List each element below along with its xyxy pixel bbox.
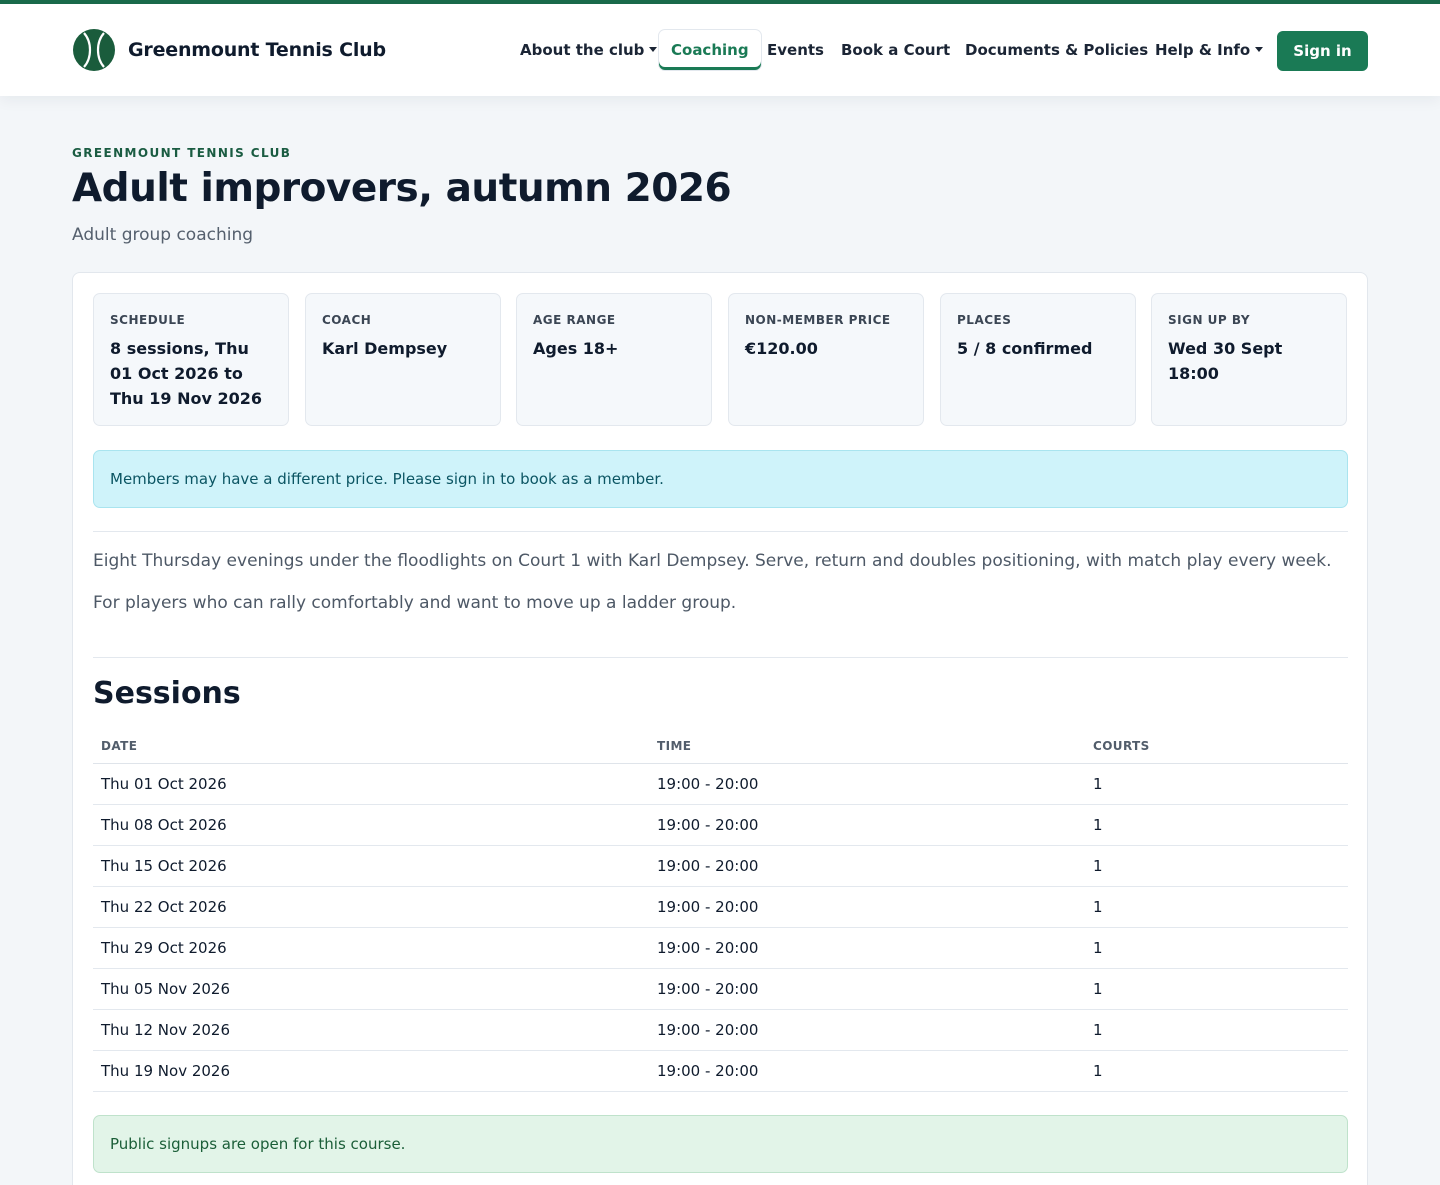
table-row: Thu 15 Oct 2026 19:00 - 20:00 1: [93, 846, 1348, 887]
page-eyebrow: GREENMOUNT TENNIS CLUB: [72, 146, 292, 160]
table-row: Thu 12 Nov 2026 19:00 - 20:00 1: [93, 1010, 1348, 1051]
stat-value: Karl Dempsey: [322, 339, 448, 358]
session-time: 19:00 - 20:00: [657, 857, 759, 875]
stat-value: Ages 18+: [533, 339, 619, 358]
stat-label: PLACES: [957, 313, 1012, 327]
nav-about-label: About the club: [520, 41, 645, 59]
course-card: SCHEDULE 8 sessions, Thu 01 Oct 2026 to …: [72, 272, 1368, 1185]
session-courts: 1: [1093, 1021, 1103, 1039]
member-price-notice: Members may have a different price. Plea…: [93, 450, 1348, 508]
stat-schedule: SCHEDULE 8 sessions, Thu 01 Oct 2026 to …: [93, 293, 289, 426]
table-row: Thu 19 Nov 2026 19:00 - 20:00 1: [93, 1051, 1348, 1092]
table-row: Thu 22 Oct 2026 19:00 - 20:00 1: [93, 887, 1348, 928]
session-courts: 1: [1093, 898, 1103, 916]
session-time: 19:00 - 20:00: [657, 775, 759, 793]
sessions-heading: Sessions: [93, 676, 241, 711]
stat-label: SCHEDULE: [110, 313, 186, 327]
stat-label: SIGN UP BY: [1168, 313, 1251, 327]
session-date: Thu 12 Nov 2026: [101, 1021, 231, 1039]
column-header-time: TIME: [657, 739, 692, 753]
page-subtitle: Adult group coaching: [72, 225, 254, 245]
table-row: Thu 01 Oct 2026 19:00 - 20:00 1: [93, 764, 1348, 805]
signup-status-notice: Public signups are open for this course.: [93, 1115, 1348, 1173]
nav-documents-label: Documents & Policies: [965, 41, 1149, 59]
nav-help-label: Help & Info: [1155, 41, 1251, 59]
session-time: 19:00 - 20:00: [657, 1021, 759, 1039]
course-description: For players who can rally comfortably an…: [93, 593, 737, 613]
caret-down-icon: [1255, 47, 1264, 52]
session-courts: 1: [1093, 816, 1103, 834]
stat-places: PLACES 5 / 8 confirmed: [940, 293, 1136, 426]
stat-age-range: AGE RANGE Ages 18+: [516, 293, 712, 426]
divider: [93, 531, 1348, 532]
stat-sign-up-by: SIGN UP BY Wed 30 Sept 18:00: [1151, 293, 1347, 426]
table-row: Thu 08 Oct 2026 19:00 - 20:00 1: [93, 805, 1348, 846]
nav-coaching[interactable]: Coaching: [659, 30, 761, 70]
stat-coach: COACH Karl Dempsey: [305, 293, 501, 426]
session-date: Thu 19 Nov 2026: [101, 1062, 231, 1080]
table-row: Thu 29 Oct 2026 19:00 - 20:00 1: [93, 928, 1348, 969]
main-nav: About the club Coaching Events Book a Co…: [0, 30, 1440, 70]
caret-down-icon: [649, 47, 658, 52]
session-courts: 1: [1093, 1062, 1103, 1080]
session-date: Thu 08 Oct 2026: [101, 816, 227, 834]
stat-value: Wed 30 Sept 18:00: [1168, 339, 1283, 383]
stat-value: €120.00: [745, 339, 818, 358]
session-date: Thu 22 Oct 2026: [101, 898, 227, 916]
nav-help-info[interactable]: Help & Info: [1155, 30, 1264, 70]
stat-non-member-price: NON-MEMBER PRICE €120.00: [728, 293, 924, 426]
session-time: 19:00 - 20:00: [657, 898, 759, 916]
stat-value: 8 sessions, Thu 01 Oct 2026 to Thu 19 No…: [110, 339, 263, 408]
nav-book-label: Book a Court: [841, 41, 951, 59]
stat-label: NON-MEMBER PRICE: [745, 313, 891, 327]
course-description: Eight Thursday evenings under the floodl…: [93, 551, 1332, 571]
nav-events[interactable]: Events: [767, 30, 824, 70]
session-date: Thu 15 Oct 2026: [101, 857, 227, 875]
session-time: 19:00 - 20:00: [657, 1062, 759, 1080]
session-date: Thu 05 Nov 2026: [101, 980, 231, 998]
site-header: Greenmount Tennis Club About the club Co…: [0, 4, 1440, 96]
session-courts: 1: [1093, 939, 1103, 957]
nav-events-label: Events: [767, 41, 824, 59]
session-time: 19:00 - 20:00: [657, 816, 759, 834]
divider: [93, 657, 1348, 658]
session-courts: 1: [1093, 857, 1103, 875]
session-time: 19:00 - 20:00: [657, 980, 759, 998]
nav-documents-policies[interactable]: Documents & Policies: [965, 30, 1148, 70]
nav-book-a-court[interactable]: Book a Court: [841, 30, 950, 70]
session-courts: 1: [1093, 980, 1103, 998]
stat-label: AGE RANGE: [533, 313, 616, 327]
session-date: Thu 29 Oct 2026: [101, 939, 227, 957]
stat-value: 5 / 8 confirmed: [957, 339, 1093, 358]
session-date: Thu 01 Oct 2026: [101, 775, 227, 793]
sessions-table: DATE TIME COURTS Thu 01 Oct 2026 19:00 -…: [93, 729, 1348, 1092]
page-title: Adult improvers, autumn 2026: [72, 166, 732, 211]
nav-coaching-label: Coaching: [671, 41, 749, 59]
nav-about-the-club[interactable]: About the club: [520, 30, 658, 70]
session-time: 19:00 - 20:00: [657, 939, 759, 957]
table-row: Thu 05 Nov 2026 19:00 - 20:00 1: [93, 969, 1348, 1010]
session-courts: 1: [1093, 775, 1103, 793]
table-header-row: DATE TIME COURTS: [93, 729, 1348, 764]
stat-label: COACH: [322, 313, 372, 327]
sign-in-button[interactable]: Sign in: [1277, 31, 1368, 71]
column-header-date: DATE: [101, 739, 138, 753]
column-header-courts: COURTS: [1093, 739, 1150, 753]
